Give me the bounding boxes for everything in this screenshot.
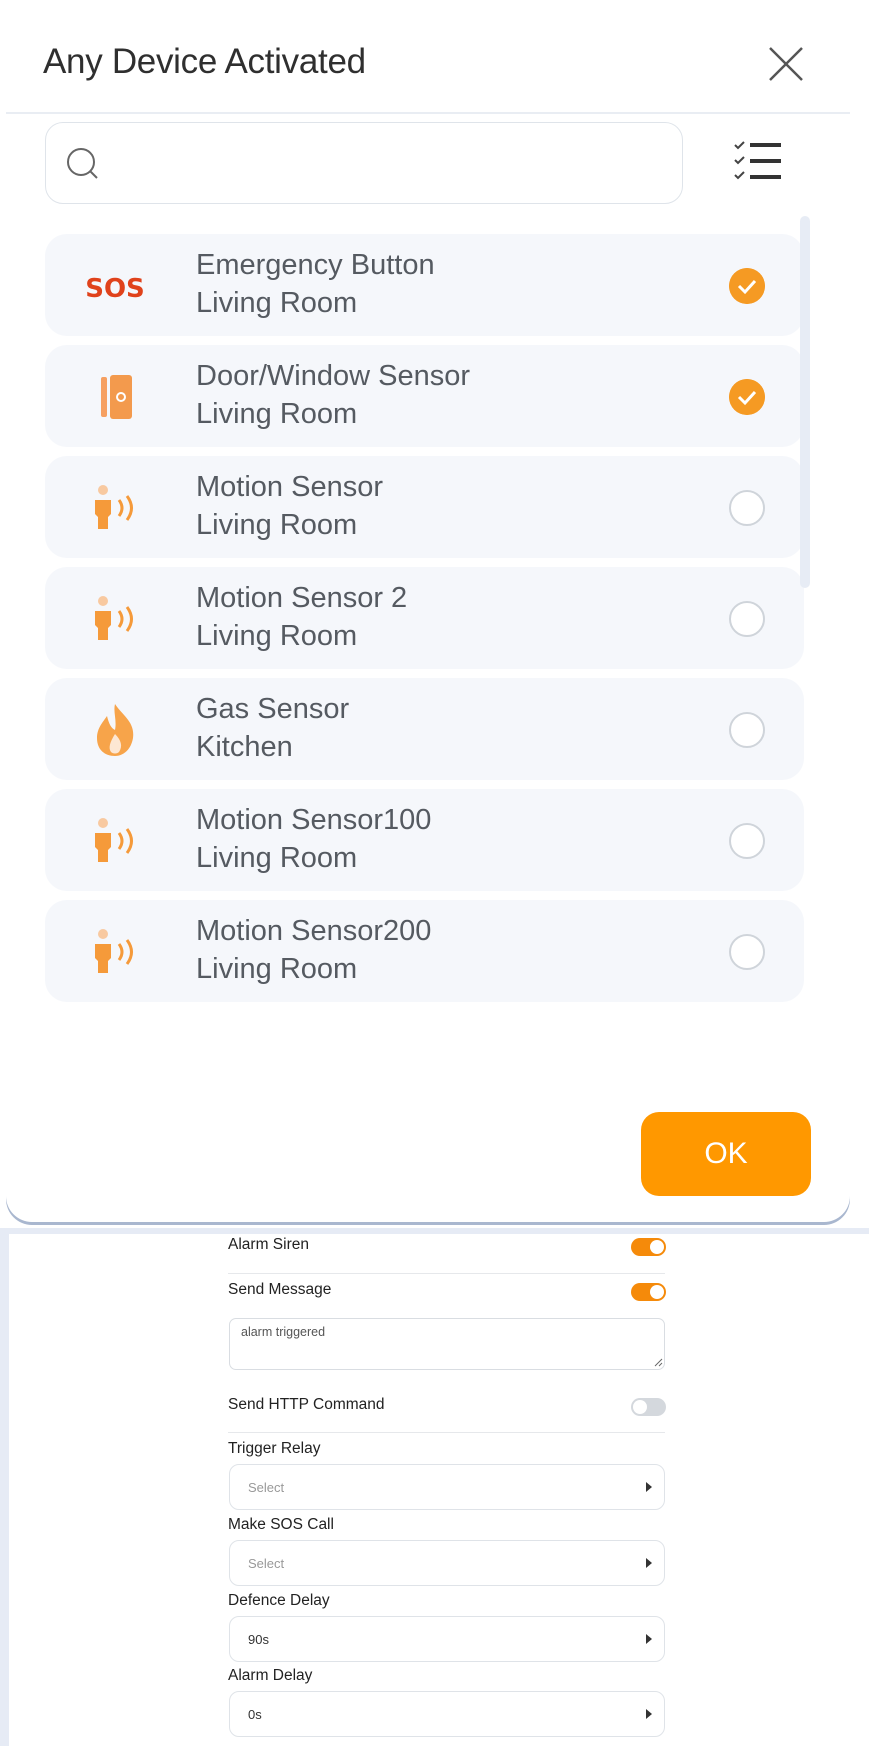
alarm-delay-select[interactable]: 0s (229, 1691, 665, 1737)
alarm-siren-label: Alarm Siren (228, 1236, 309, 1253)
message-textarea[interactable]: alarm triggered (229, 1318, 665, 1370)
device-name: Motion Sensor200 (196, 915, 432, 947)
checked-icon[interactable] (729, 379, 765, 415)
select-placeholder: Select (248, 1480, 285, 1495)
search-input[interactable] (116, 137, 660, 191)
device-name: Door/Window Sensor (196, 360, 470, 392)
unchecked-icon[interactable] (729, 490, 765, 526)
caret-right-icon (646, 1634, 652, 1644)
motion-sensor-icon (95, 818, 133, 862)
trigger-relay-label: Trigger Relay (228, 1440, 321, 1457)
device-item[interactable]: Motion Sensor100 Living Room (45, 789, 804, 891)
divider (228, 1273, 665, 1274)
toggle-knob (650, 1240, 664, 1254)
ok-button[interactable]: OK (641, 1112, 811, 1196)
sos-call-select[interactable]: Select (229, 1540, 665, 1586)
device-name: Gas Sensor (196, 693, 350, 725)
flame-icon (97, 704, 134, 756)
defence-delay-label: Defence Delay (228, 1592, 330, 1609)
device-room: Living Room (196, 620, 358, 652)
unchecked-icon[interactable] (729, 934, 765, 970)
device-name: Motion Sensor 2 (196, 582, 408, 614)
motion-sensor-icon (95, 929, 133, 973)
trigger-relay-select[interactable]: Select (229, 1464, 665, 1510)
list-scrollbar[interactable] (800, 216, 810, 588)
dialog-title: Any Device Activated (43, 42, 366, 81)
unchecked-icon[interactable] (729, 712, 765, 748)
device-room: Living Room (196, 842, 358, 874)
unchecked-icon[interactable] (729, 823, 765, 859)
device-room: Living Room (196, 287, 358, 319)
select-placeholder: Select (248, 1556, 285, 1571)
motion-sensor-icon (95, 596, 133, 640)
close-icon[interactable] (766, 44, 806, 84)
select-all-icon[interactable] (733, 136, 785, 188)
device-item[interactable]: Motion Sensor Living Room (45, 456, 804, 558)
device-room: Living Room (196, 953, 358, 985)
search-icon (67, 148, 98, 179)
send-message-label: Send Message (228, 1281, 332, 1298)
door-sensor-icon (101, 375, 132, 419)
defence-delay-select[interactable]: 90s (229, 1616, 665, 1662)
caret-right-icon (646, 1709, 652, 1719)
motion-sensor-icon (95, 485, 133, 529)
device-item[interactable]: Door/Window Sensor Living Room (45, 345, 804, 447)
search-box[interactable] (45, 122, 683, 204)
send-http-toggle[interactable] (631, 1398, 666, 1416)
caret-right-icon (646, 1558, 652, 1568)
device-room: Kitchen (196, 731, 293, 763)
send-message-toggle[interactable] (631, 1283, 666, 1301)
unchecked-icon[interactable] (729, 601, 765, 637)
device-room: Living Room (196, 509, 358, 541)
device-room: Living Room (196, 398, 358, 430)
device-item[interactable]: Motion Sensor200 Living Room (45, 900, 804, 1002)
divider (228, 1432, 665, 1433)
sos-icon-text: SOS (85, 274, 145, 304)
device-item[interactable]: SOS Emergency Button Living Room (45, 234, 804, 336)
resize-grip-icon[interactable] (653, 1357, 663, 1367)
device-list: SOS Emergency Button Living Room Door/Wi… (6, 234, 850, 1077)
sos-icon: SOS (85, 274, 145, 304)
select-value: 0s (248, 1707, 262, 1722)
device-select-dialog: Any Device Activated SOS Emergency Butto… (6, 6, 850, 1222)
sos-call-label: Make SOS Call (228, 1516, 334, 1533)
dialog-header: Any Device Activated (6, 6, 850, 114)
alarm-delay-label: Alarm Delay (228, 1667, 313, 1684)
checked-icon[interactable] (729, 268, 765, 304)
device-name: Motion Sensor (196, 471, 383, 503)
device-name: Emergency Button (196, 249, 435, 281)
device-name: Motion Sensor100 (196, 804, 432, 836)
send-http-label: Send HTTP Command (228, 1396, 385, 1413)
select-value: 90s (248, 1632, 269, 1647)
toggle-knob (650, 1285, 664, 1299)
alarm-siren-toggle[interactable] (631, 1238, 666, 1256)
device-item[interactable]: Gas Sensor Kitchen (45, 678, 804, 780)
caret-right-icon (646, 1482, 652, 1492)
toggle-knob (633, 1400, 647, 1414)
device-item[interactable]: Motion Sensor 2 Living Room (45, 567, 804, 669)
